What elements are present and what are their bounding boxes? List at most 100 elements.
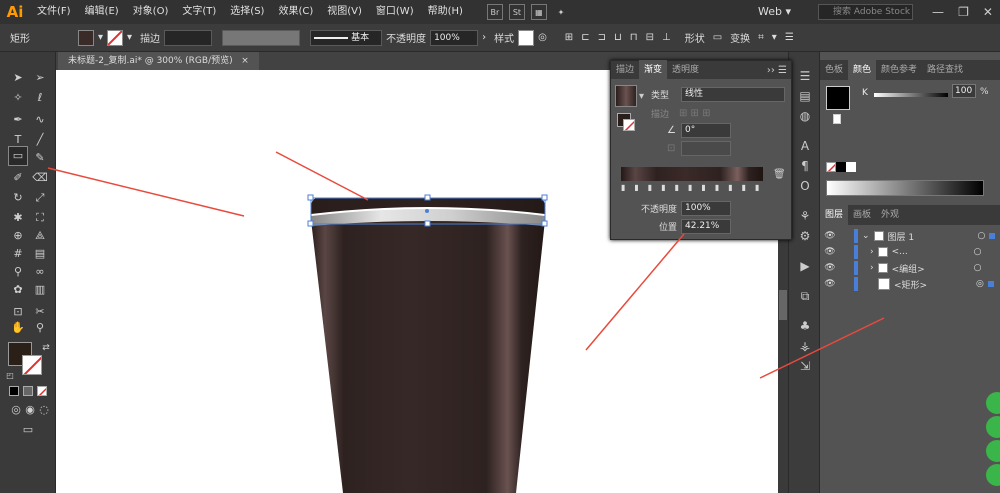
black-swatch[interactable] xyxy=(836,162,846,172)
direct-selection-tool-icon[interactable]: ➢ xyxy=(32,70,48,86)
transparency-panel-icon[interactable]: ◍ xyxy=(797,108,813,124)
menu-object[interactable]: 对象(O) xyxy=(126,0,176,24)
angle-input[interactable]: 0° xyxy=(681,123,731,138)
color-spectrum-ramp[interactable] xyxy=(826,180,984,196)
gradient-stops[interactable]: ▮▮▮▮▮▮▮▮▮▮▮ xyxy=(621,183,763,193)
slice-tool-icon[interactable]: ✂ xyxy=(32,304,48,320)
isolate-icon[interactable]: ⌗ xyxy=(758,32,764,43)
draw-inside-icon[interactable]: ◌ xyxy=(36,402,52,418)
panel-menu-icon[interactable]: ☰ xyxy=(785,32,794,43)
eye-icon[interactable]: 👁 xyxy=(820,279,840,289)
tab-color[interactable]: 颜色 xyxy=(848,60,877,80)
actions-play-icon[interactable]: ▶ xyxy=(797,258,813,274)
arrange-documents-icon[interactable]: ▦ xyxy=(530,4,547,20)
shape-icon[interactable]: ▭ xyxy=(713,32,722,43)
menu-effect[interactable]: 效果(C) xyxy=(271,0,320,24)
stroke-weight-input[interactable] xyxy=(164,29,213,46)
type-select[interactable]: 线性 xyxy=(681,87,785,102)
character-panel-icon[interactable]: A xyxy=(797,138,813,154)
paragraph-panel-icon[interactable]: ¶ xyxy=(797,158,813,174)
k-value-input[interactable]: 100 xyxy=(952,84,976,98)
artboard-tool-icon[interactable]: ⊡ xyxy=(10,304,26,320)
none-mode-icon[interactable] xyxy=(37,386,47,396)
layer-row[interactable]: 👁 <矩形> ◎ xyxy=(820,276,1000,292)
gpu-performance-icon[interactable]: ✦ xyxy=(553,4,569,20)
tab-color-guide[interactable]: 颜色参考 xyxy=(876,60,922,80)
stroke-swatch[interactable] xyxy=(107,29,124,46)
align-left-icon[interactable]: ⊏ xyxy=(581,32,589,43)
brush-definition[interactable]: 基本 xyxy=(310,29,383,46)
menu-file[interactable]: 文件(F) xyxy=(30,0,78,24)
tab-pathfinder[interactable]: 路径查找 xyxy=(922,60,968,80)
curvature-tool-icon[interactable]: ∿ xyxy=(32,112,48,128)
expand-down-icon[interactable]: ⌄ xyxy=(862,231,870,241)
swap-fill-stroke-icon[interactable]: ⇄ xyxy=(38,340,54,356)
paintbrush-tool-icon[interactable]: ✎ xyxy=(32,150,48,166)
eye-icon[interactable]: 👁 xyxy=(820,247,840,257)
chevron-right-icon[interactable]: › xyxy=(482,32,486,43)
opacity-input[interactable]: 100% xyxy=(430,29,479,46)
symbol-sprayer-tool-icon[interactable]: ✿ xyxy=(10,282,26,298)
none-swatch[interactable] xyxy=(826,162,836,172)
rectangle-tool-icon[interactable]: ▭ xyxy=(8,146,28,166)
workspace-switcher[interactable]: Web ▾ xyxy=(758,3,808,21)
settings-icon[interactable]: ⚙ xyxy=(797,228,813,244)
fill-swatch[interactable] xyxy=(78,29,94,46)
target-icon[interactable]: ○ xyxy=(978,231,986,241)
align-center-icon[interactable]: ⊐ xyxy=(598,32,606,43)
rotate-tool-icon[interactable]: ↻ xyxy=(10,190,26,206)
layer-row[interactable]: 👁 › <... ○ xyxy=(820,244,1000,260)
menu-help[interactable]: 帮助(H) xyxy=(421,0,470,24)
gradient-slider[interactable] xyxy=(621,167,763,181)
mesh-tool-icon[interactable]: # xyxy=(10,246,26,262)
transform-label[interactable]: 变换 xyxy=(730,30,750,45)
variable-width-profile[interactable] xyxy=(222,29,301,46)
opentype-panel-icon[interactable]: O xyxy=(797,178,813,194)
target-icon[interactable]: ○ xyxy=(974,263,982,273)
document-tab[interactable]: 未标题-2_复制.ai* @ 300% (RGB/预览) × xyxy=(58,52,259,70)
align-right-icon[interactable]: ⊔ xyxy=(614,32,622,43)
blend-tool-icon[interactable]: ∞ xyxy=(32,264,48,280)
eye-icon[interactable]: 👁 xyxy=(820,263,840,273)
bridge-button[interactable]: Br xyxy=(486,4,503,20)
stroke-color-swatch[interactable] xyxy=(22,355,42,375)
tab-transparency[interactable]: 透明度 xyxy=(667,60,704,80)
aspect-ratio-input[interactable] xyxy=(681,141,732,156)
stock-button[interactable]: St xyxy=(508,4,525,20)
selection-tool-icon[interactable]: ➤ xyxy=(10,70,26,86)
stop-location-input[interactable]: 42.21% xyxy=(681,219,731,234)
tab-gradient[interactable]: 渐变 xyxy=(639,60,668,80)
shape-builder-tool-icon[interactable]: ⊕ xyxy=(10,228,26,244)
stroke-swatch[interactable] xyxy=(623,119,635,131)
pen-tool-icon[interactable]: ✒ xyxy=(10,112,26,128)
panel-menu-icon[interactable]: ›› ☰ xyxy=(767,65,791,76)
expand-right-icon[interactable]: › xyxy=(870,247,874,257)
shaper-tool-icon[interactable]: ✐ xyxy=(10,170,26,186)
gradient-thumbnail[interactable] xyxy=(615,85,637,107)
column-graph-tool-icon[interactable]: ▥ xyxy=(32,282,48,298)
maximize-icon[interactable]: ❐ xyxy=(958,5,969,19)
menu-type[interactable]: 文字(T) xyxy=(175,0,223,24)
perspective-grid-tool-icon[interactable]: ⟁ xyxy=(32,228,48,244)
graphic-style-swatch[interactable] xyxy=(518,29,535,46)
eraser-tool-icon[interactable]: ⌫ xyxy=(32,170,48,186)
out-of-gamut-icon[interactable] xyxy=(833,114,841,124)
target-icon[interactable]: ◎ xyxy=(976,279,984,289)
stop-opacity-input[interactable]: 100% xyxy=(681,201,731,216)
scale-tool-icon[interactable]: ⤢ xyxy=(32,190,48,206)
menu-window[interactable]: 窗口(W) xyxy=(369,0,421,24)
export-icon[interactable]: ⇲ xyxy=(797,358,813,374)
color-fill-swatch[interactable] xyxy=(826,86,850,110)
layer-row[interactable]: 👁 ⌄ 图层 1 ○ xyxy=(820,228,1000,244)
magic-wand-tool-icon[interactable]: ✧ xyxy=(10,90,26,106)
menu-select[interactable]: 选择(S) xyxy=(223,0,271,24)
recolor-icon[interactable]: ◎ xyxy=(538,32,547,43)
eyedropper-tool-icon[interactable]: ⚲ xyxy=(10,264,26,280)
lasso-tool-icon[interactable]: ℓ xyxy=(32,90,48,106)
symbols-panel-icon[interactable]: ⚘ xyxy=(797,208,813,224)
free-transform-tool-icon[interactable]: ⛶ xyxy=(32,210,48,226)
eye-icon[interactable]: 👁 xyxy=(820,231,840,241)
tab-layers[interactable]: 图层 xyxy=(820,205,849,225)
layer-row[interactable]: 👁 › <编组> ○ xyxy=(820,260,1000,276)
white-swatch[interactable] xyxy=(846,162,856,172)
